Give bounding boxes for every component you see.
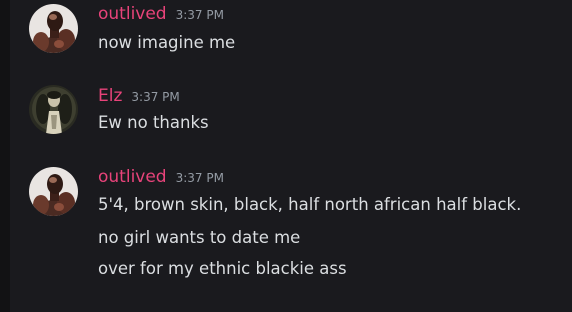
gothic-statue-avatar-icon[interactable]: [29, 85, 78, 134]
message-timestamp[interactable]: 3:37 PM: [176, 8, 224, 22]
message-content: no girl wants to date me: [98, 228, 301, 247]
muscular-man-avatar-icon[interactable]: [29, 167, 78, 216]
message-content: 5'4, brown skin, black, half north afric…: [98, 195, 522, 214]
message-timestamp[interactable]: 3:37 PM: [176, 171, 224, 185]
message-author[interactable]: outlived: [98, 167, 167, 187]
channel-sidebar-edge: [0, 0, 10, 312]
message-content: Ew no thanks: [98, 113, 209, 132]
message-author[interactable]: Elz: [98, 86, 122, 106]
message-timestamp[interactable]: 3:37 PM: [131, 90, 179, 104]
message-content: over for my ethnic blackie ass: [98, 259, 347, 278]
message-author[interactable]: outlived: [98, 4, 167, 24]
message-list: outlived 3:37 PM now imagine me Elz 3:37…: [10, 0, 572, 312]
message-content: now imagine me: [98, 33, 236, 52]
muscular-man-avatar-icon[interactable]: [29, 4, 78, 53]
